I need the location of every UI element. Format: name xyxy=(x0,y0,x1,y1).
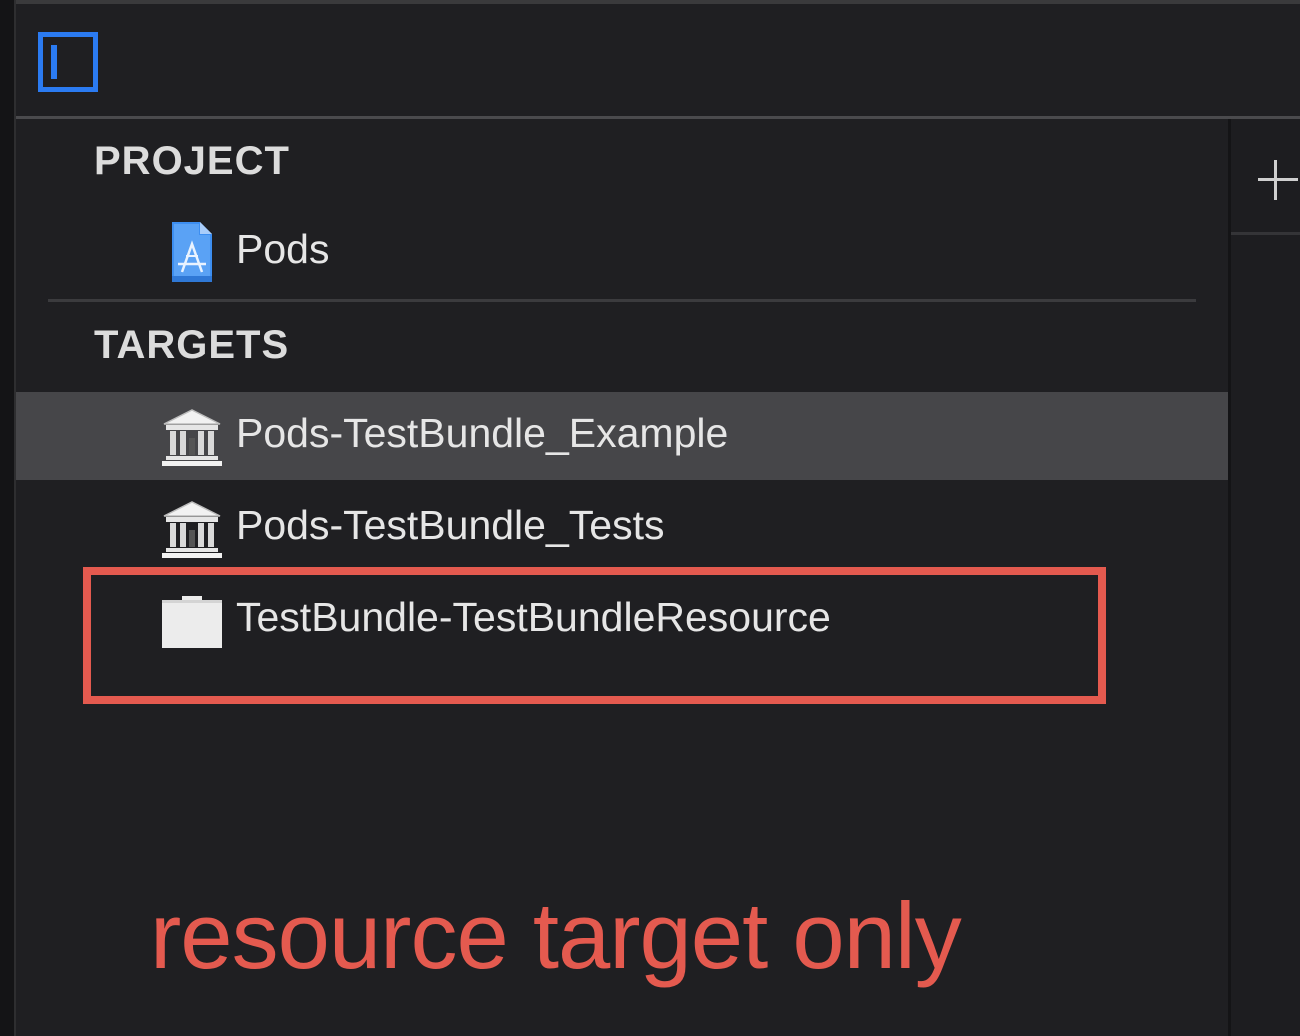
project-section-header: PROJECT xyxy=(94,139,290,183)
navigator-edge xyxy=(0,0,16,1036)
annotation-text: resource target only xyxy=(150,883,962,988)
plus-icon[interactable] xyxy=(1254,152,1300,208)
target-item-pods-testbundle-tests[interactable]: Pods-TestBundle_Tests xyxy=(16,484,1228,572)
sidebar-left-icon[interactable] xyxy=(38,32,98,92)
xcode-project-icon xyxy=(160,220,224,284)
editor-pane-divider xyxy=(1231,232,1300,235)
xcode-project-navigator: PROJECT Pods TARGETS Pods-TestBundle_Exa… xyxy=(0,0,1300,1036)
target-editor-pane xyxy=(1228,119,1300,1036)
project-item-label: Pods xyxy=(236,226,330,272)
target-item-label: Pods-TestBundle_Example xyxy=(236,410,729,456)
target-item-pods-testbundle-example[interactable]: Pods-TestBundle_Example xyxy=(16,392,1228,480)
targets-section-header: TARGETS xyxy=(94,323,290,367)
framework-library-icon xyxy=(160,404,224,468)
target-item-label: Pods-TestBundle_Tests xyxy=(236,502,665,548)
framework-library-icon xyxy=(160,496,224,560)
section-separator xyxy=(48,299,1196,302)
editor-toolbar xyxy=(16,4,1300,116)
project-item-pods[interactable]: Pods xyxy=(16,208,1228,296)
annotation-highlight-box xyxy=(83,567,1106,704)
